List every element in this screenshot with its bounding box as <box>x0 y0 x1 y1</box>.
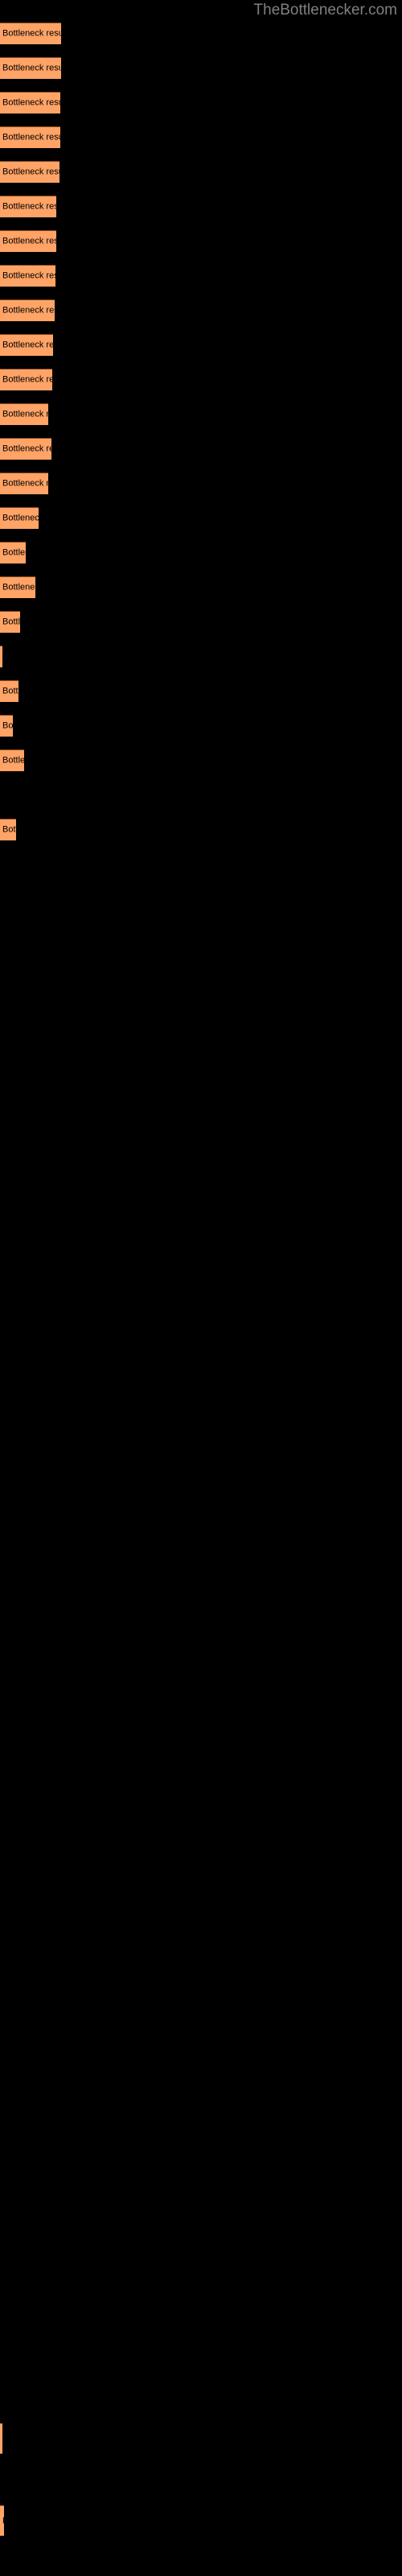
bar-label: Bottleneck result <box>2 444 51 454</box>
bottleneck-bar-chart: TheBottlenecker.com Bottleneck resultBot… <box>0 0 402 2576</box>
bar-label: Bottleneck result <box>2 201 56 212</box>
bar-label: Bottleneck result <box>2 686 18 696</box>
bar-label: Bottleneck result <box>2 582 35 592</box>
bar-label: Bottleneck result <box>2 270 55 281</box>
bar-11[interactable]: Bottleneck result <box>0 369 52 390</box>
bar-label: Bottleneck result <box>2 132 60 142</box>
bar-21[interactable]: Bottleneck result <box>0 715 13 737</box>
bar-18[interactable]: Bottleneck result <box>0 611 20 633</box>
bar-20[interactable]: Bottleneck result <box>0 680 18 702</box>
bar-5[interactable]: Bottleneck result <box>0 161 59 183</box>
bar-label: Bottleneck result <box>2 513 39 523</box>
bar-label: Bottleneck result <box>2 720 13 731</box>
bar-label: Bottleneck result <box>2 755 24 766</box>
bar-7[interactable]: Bottleneck result <box>0 230 56 252</box>
bar-25[interactable]: Bottleneck result <box>0 2505 4 2536</box>
bar-label: Bottleneck result <box>2 2516 4 2526</box>
bar-13[interactable]: Bottleneck result <box>0 438 51 460</box>
bar-10[interactable]: Bottleneck result <box>0 334 53 356</box>
bar-3[interactable]: Bottleneck result <box>0 92 60 114</box>
bar-24[interactable]: Bottleneck result <box>0 2423 2 2454</box>
bar-label: Bottleneck result <box>2 547 26 558</box>
bar-label: Bottleneck result <box>2 340 53 350</box>
bar-14[interactable]: Bottleneck result <box>0 473 48 494</box>
bar-label: Bottleneck result <box>2 409 48 419</box>
bar-2[interactable]: Bottleneck result <box>0 57 61 79</box>
bar-label: Bottleneck result <box>2 236 56 246</box>
bar-label: Bottleneck result <box>2 478 48 489</box>
bar-label: Bottleneck result <box>2 28 61 39</box>
bar-label: Bottleneck result <box>2 617 20 627</box>
bar-16[interactable]: Bottleneck result <box>0 542 26 564</box>
bar-9[interactable]: Bottleneck result <box>0 299 55 321</box>
bar-15[interactable]: Bottleneck result <box>0 507 39 529</box>
bar-label: Bottleneck result <box>2 824 16 835</box>
bar-4[interactable]: Bottleneck result <box>0 126 60 148</box>
bar-23[interactable]: Bottleneck result <box>0 819 16 840</box>
bar-series: Bottleneck result Bottleneck result Bottle… <box>0 0 402 2576</box>
bar-1[interactable]: Bottleneck result <box>0 23 61 44</box>
bar-6[interactable]: Bottleneck result <box>0 196 56 217</box>
bar-label: Bottleneck result <box>2 97 60 108</box>
bar-label: Bottleneck result <box>2 305 55 316</box>
bar-12[interactable]: Bottleneck result <box>0 403 48 425</box>
bar-22[interactable]: Bottleneck result <box>0 749 24 771</box>
bar-label: Bottleneck result <box>2 63 61 73</box>
bar-label: Bottleneck result <box>2 374 52 385</box>
bar-8[interactable]: Bottleneck result <box>0 265 55 287</box>
bar-label: Bottleneck result <box>2 167 59 177</box>
bar-17[interactable]: Bottleneck result <box>0 576 35 598</box>
bar-19[interactable]: Bottleneck result <box>0 646 2 667</box>
